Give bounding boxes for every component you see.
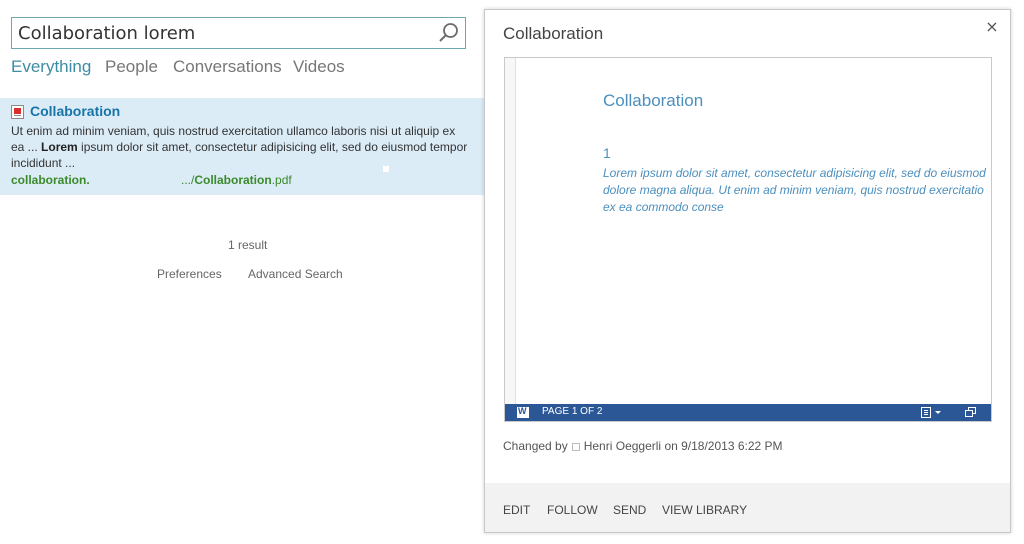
send-button[interactable]: SEND	[613, 503, 646, 517]
result-snippet: Ut enim ad minim veniam, quis nostrud ex…	[11, 123, 469, 171]
vertical-people[interactable]: People	[105, 57, 158, 77]
vertical-everything[interactable]: Everything	[11, 57, 91, 77]
follow-button[interactable]: FOLLOW	[547, 503, 598, 517]
preferences-link[interactable]: Preferences	[157, 267, 222, 281]
search-result-item[interactable]: Collaboration Ut enim ad minim veniam, q…	[0, 98, 484, 195]
result-url-path: .../Collaboration.pdf	[181, 173, 292, 187]
url-path-highlight: Collaboration	[194, 173, 272, 187]
edit-button[interactable]: EDIT	[503, 503, 530, 517]
popout-icon[interactable]	[965, 407, 977, 418]
snippet-line: incididunt ...	[11, 156, 76, 170]
result-url-site: collaboration.	[11, 173, 90, 187]
document-section-number: 1	[603, 145, 611, 161]
document-line: dolore magna aliqua. Ut enim ad minim ve…	[603, 183, 984, 197]
word-app-icon	[517, 406, 529, 418]
presence-icon	[571, 443, 580, 451]
vertical-videos[interactable]: Videos	[293, 57, 345, 77]
pdf-file-icon	[11, 105, 24, 119]
result-title-link[interactable]: Collaboration	[30, 103, 120, 119]
snippet-line: Ut enim ad minim veniam, quis nostrud ex…	[11, 124, 456, 138]
changed-by-user[interactable]: Henri Oeggerli	[584, 439, 661, 453]
result-count: 1 result	[228, 238, 268, 252]
view-menu-icon[interactable]	[921, 407, 931, 418]
document-heading: Collaboration	[603, 91, 704, 110]
changed-on-date: on 9/18/2013 6:22 PM	[664, 439, 783, 453]
document-viewer[interactable]: Collaboration 1 Lorem ipsum dolor sit am…	[504, 57, 992, 422]
vertical-conversations[interactable]: Conversations	[173, 57, 282, 77]
advanced-search-link[interactable]: Advanced Search	[248, 267, 343, 281]
cursor-marker	[383, 166, 389, 172]
url-path-ext: .pdf	[271, 173, 292, 187]
snippet-line: ea ... Lorem ipsum dolor sit amet, conse…	[11, 139, 469, 155]
snippet-text: ea ...	[11, 140, 42, 154]
document-body: Lorem ipsum dolor sit amet, consectetur …	[603, 165, 991, 216]
chevron-down-icon[interactable]	[935, 411, 941, 414]
result-url: collaboration. .../Collaboration.pdf	[11, 173, 469, 189]
view-library-button[interactable]: VIEW LIBRARY	[662, 503, 747, 517]
search-box	[11, 17, 466, 49]
hover-panel-title: Collaboration	[503, 24, 604, 43]
action-bar: EDIT FOLLOW SEND VIEW LIBRARY	[485, 483, 1010, 532]
hover-panel: Collaboration × Collaboration 1 Lorem ip…	[484, 9, 1011, 533]
snippet-highlight: Lorem	[41, 140, 78, 154]
close-icon[interactable]: ×	[984, 18, 1000, 36]
document-line: Lorem ipsum dolor sit amet, consectetur …	[603, 166, 986, 180]
page-indicator: PAGE 1 OF 2	[542, 406, 603, 417]
search-input[interactable]	[12, 18, 432, 48]
changed-by-info: Changed by Henri Oeggerli on 9/18/2013 6:…	[503, 439, 783, 453]
snippet-text: ipsum dolor sit amet, consectetur adipis…	[77, 140, 468, 154]
url-path-prefix: .../	[181, 173, 195, 187]
changed-by-label: Changed by	[503, 439, 568, 453]
document-page: Collaboration 1 Lorem ipsum dolor sit am…	[515, 58, 991, 404]
document-line: ex ea commodo conse	[603, 200, 724, 214]
viewer-status-bar: PAGE 1 OF 2	[505, 404, 991, 421]
search-icon[interactable]	[437, 21, 461, 45]
